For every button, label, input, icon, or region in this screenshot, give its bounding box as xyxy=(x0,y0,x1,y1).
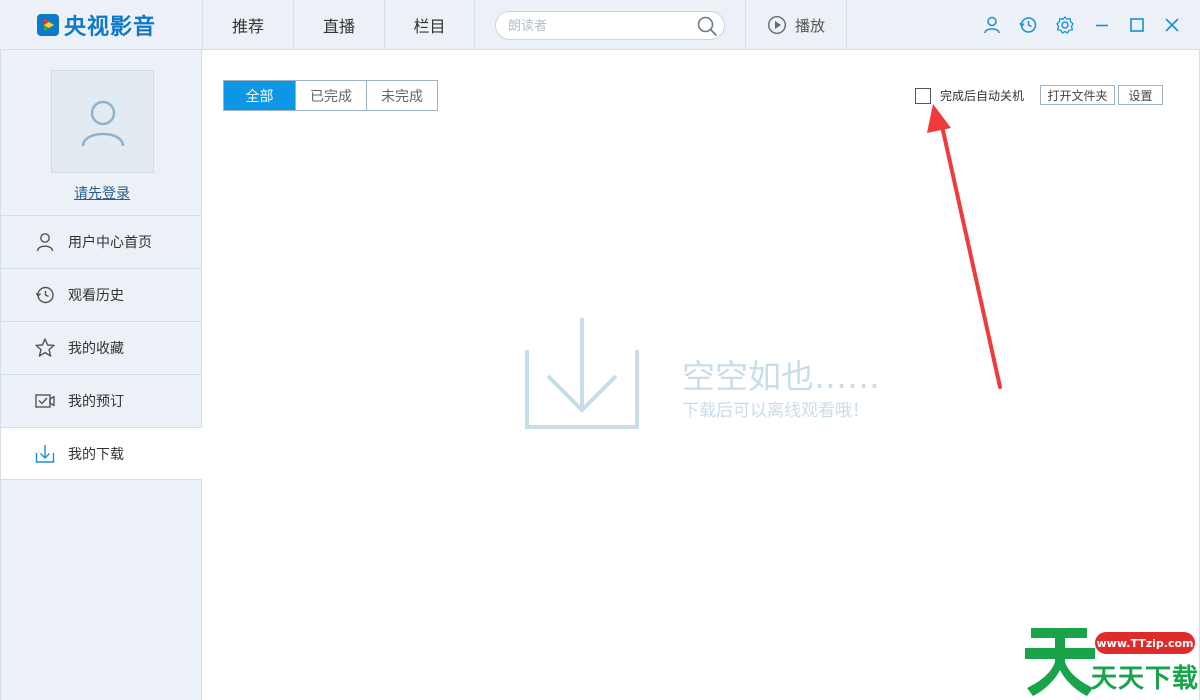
sidebar-item-history[interactable]: 观看历史 xyxy=(1,268,202,321)
maximize-icon[interactable] xyxy=(1127,15,1147,35)
empty-title: 空空如也…… xyxy=(682,357,880,396)
tab-incomplete[interactable]: 未完成 xyxy=(366,81,437,110)
downloads-panel: 全部 已完成 未完成 完成后自动关机 打开文件夹 设置 空空如也…… 下载后可以… xyxy=(202,50,1200,700)
sidebar-item-label: 我的收藏 xyxy=(68,341,124,357)
sidebar-item-downloads[interactable]: 我的下载 xyxy=(1,427,202,480)
watermark: www.TTzip.com 天天下载 xyxy=(1025,622,1200,696)
avatar[interactable] xyxy=(51,70,154,173)
gear-icon[interactable] xyxy=(1055,15,1075,35)
auto-shutdown-option[interactable]: 完成后自动关机 xyxy=(915,87,1024,104)
star-icon xyxy=(35,338,55,357)
search-input[interactable] xyxy=(508,16,688,36)
watermark-logo-icon xyxy=(1025,628,1095,696)
auto-shutdown-label: 完成后自动关机 xyxy=(940,89,1025,103)
history-icon[interactable] xyxy=(1018,15,1038,35)
sidebar-item-label: 观看历史 xyxy=(68,288,124,304)
sidebar-item-favorites[interactable]: 我的收藏 xyxy=(1,321,202,374)
watermark-badge: www.TTzip.com xyxy=(1095,632,1195,654)
history-icon xyxy=(35,286,54,304)
auto-shutdown-checkbox[interactable] xyxy=(915,87,931,104)
reservation-icon xyxy=(35,394,55,408)
play-label: 播放 xyxy=(794,16,825,35)
logo-play-icon xyxy=(37,14,59,36)
open-folder-button[interactable]: 打开文件夹 xyxy=(1040,85,1115,105)
download-icon xyxy=(35,444,55,463)
sidebar-item-reservations[interactable]: 我的预订 xyxy=(1,374,202,427)
tab-completed[interactable]: 已完成 xyxy=(295,81,366,110)
user-icon[interactable] xyxy=(982,15,1002,35)
search-box xyxy=(495,11,725,40)
empty-download-icon xyxy=(525,318,639,429)
nav-tab-columns[interactable]: 栏目 xyxy=(384,0,475,50)
app-logo[interactable]: 央视影音 xyxy=(0,0,202,50)
sidebar-menu: 用户中心首页 观看历史 我的收藏 我的预订 我的下载 xyxy=(1,215,202,480)
minimize-icon[interactable] xyxy=(1092,15,1112,35)
login-link[interactable]: 请先登录 xyxy=(1,183,203,203)
sidebar-item-user-center[interactable]: 用户中心首页 xyxy=(1,215,202,268)
download-filter-tabs: 全部 已完成 未完成 xyxy=(223,80,438,111)
avatar-placeholder-icon xyxy=(81,100,124,146)
logo-text: 央视影音 xyxy=(64,15,157,40)
watermark-text: 天天下载 xyxy=(1091,664,1200,694)
nav-tab-live[interactable]: 直播 xyxy=(293,0,384,50)
sidebar-item-label: 用户中心首页 xyxy=(68,235,152,251)
tab-all[interactable]: 全部 xyxy=(224,81,295,110)
title-bar: 央视影音 推荐 直播 栏目 播放 xyxy=(0,0,1200,50)
play-button[interactable]: 播放 xyxy=(745,0,847,50)
close-icon[interactable] xyxy=(1162,15,1182,35)
settings-button[interactable]: 设置 xyxy=(1118,85,1163,105)
user-icon xyxy=(36,233,54,252)
sidebar-item-label: 我的下载 xyxy=(68,446,124,463)
sidebar-item-label: 我的预订 xyxy=(68,394,124,410)
empty-subtitle: 下载后可以离线观看哦！ xyxy=(682,401,869,421)
play-circle-icon xyxy=(767,15,786,35)
sidebar: 请先登录 用户中心首页 观看历史 我的收藏 我的预订 我的下载 xyxy=(0,50,202,700)
search-icon[interactable] xyxy=(696,15,718,37)
nav-tab-recommend[interactable]: 推荐 xyxy=(202,0,293,50)
